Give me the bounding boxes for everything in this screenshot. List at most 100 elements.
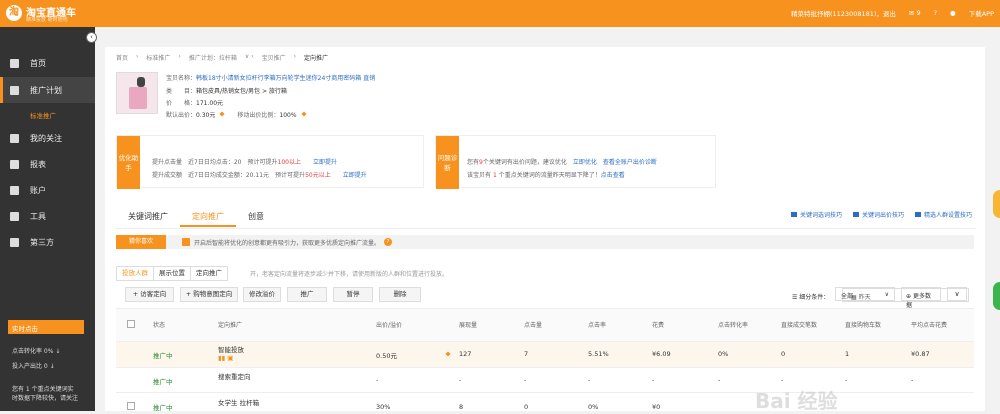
more-data-button[interactable]: ⊕ 更多数据: [901, 287, 941, 309]
float-tab[interactable]: [993, 190, 1000, 218]
logo-subtitle: 精准投放 随时随地: [26, 17, 68, 23]
user-info[interactable]: 精菜特批抒棚(1123008181)，退出: [791, 8, 896, 18]
breadcrumb-item[interactable]: 标准推广: [146, 53, 170, 62]
filter-label: ☰ 细分条件：: [792, 292, 829, 301]
breadcrumb-item[interactable]: 首页: [116, 53, 128, 62]
diagnosis-line-2: 该宝贝有 1 个重点关键词的流量昨天明显下降了！点击查看: [467, 170, 625, 179]
download-app[interactable]: 下载APP: [969, 8, 994, 18]
row-cost: ¥6.09: [652, 350, 671, 358]
top-bar: 淘 淘宝直通车 精准投放 随时随地 精菜特批抒棚(1123008181)，退出 …: [0, 0, 1000, 27]
tab-targeting[interactable]: 定向推广: [180, 207, 236, 227]
promote-button[interactable]: 推广: [287, 287, 327, 302]
th-ctr[interactable]: 点击率: [588, 320, 606, 329]
boost-click-link[interactable]: 立即提升: [313, 159, 337, 166]
wallet-icon: [10, 185, 19, 195]
subtab-placement[interactable]: 展示位置: [154, 267, 191, 280]
th-status: 状态: [153, 322, 166, 329]
row-checkbox[interactable]: [127, 402, 135, 410]
delete-button[interactable]: 删除: [379, 287, 421, 302]
boost-deal-link[interactable]: 立即提升: [343, 172, 367, 179]
product-thumbnail[interactable]: [116, 72, 158, 114]
filter-select[interactable]: 全部 ∨: [835, 287, 895, 301]
row-clicks: 7: [524, 350, 529, 358]
product-bid-row: 默认出价：0.30元 移动出价比例：100%: [166, 110, 307, 119]
edit-icon[interactable]: [301, 111, 307, 117]
row-deals: 0: [781, 350, 786, 358]
sidebar-item-report[interactable]: 报表: [0, 151, 95, 177]
th-cart[interactable]: 直接购物车数: [845, 320, 881, 329]
tab-bar: 关键词推广 定向推广 创意: [116, 207, 276, 227]
video-icon: [790, 212, 797, 217]
thumbnail-suitcase: [129, 87, 147, 109]
sidebar-item-plan[interactable]: 推广计划: [0, 77, 95, 103]
breadcrumb-current: 定向推广: [303, 55, 328, 62]
message-icon[interactable]: ●: [950, 9, 956, 17]
realtime-note[interactable]: 您有 1 个重点关键词实时数据下降较快，请关注: [12, 385, 78, 403]
breadcrumb-sep: ›: [178, 53, 181, 60]
sidebar-item-follow[interactable]: 我的关注: [0, 125, 95, 151]
breadcrumb-sep: ›: [136, 53, 139, 60]
expand-button[interactable]: ∨: [947, 287, 967, 301]
row-deals: -: [781, 376, 784, 384]
row-clicks: -: [524, 376, 527, 384]
sidebar-item-account[interactable]: 账户: [0, 177, 95, 203]
optimize-now-link[interactable]: 立即优化: [573, 159, 597, 166]
product-title-link[interactable]: 韩板18寸小清新女拉杆行李箱万向轮学生迷你24寸商用密码箱 直销: [196, 75, 375, 82]
subtab-targeting[interactable]: 定向推广: [191, 267, 227, 280]
tip-link[interactable]: 关键词出价技巧: [852, 210, 904, 219]
row-impressions: -: [459, 376, 462, 384]
row-clicks: 0: [524, 403, 529, 411]
th-cvr[interactable]: 点击转化率: [718, 320, 748, 329]
breadcrumb-item[interactable]: 推广计划：拉杆箱: [189, 53, 237, 62]
label: 移动出价比例：: [237, 112, 280, 119]
breadcrumb-item[interactable]: 宝贝推广: [262, 53, 286, 62]
subtab-audience[interactable]: 投放人群: [117, 267, 154, 280]
text: 提升成交额: [152, 172, 183, 179]
tab-creative[interactable]: 创意: [236, 207, 276, 227]
add-intent-button[interactable]: + 购物意图定向: [180, 287, 238, 302]
mail-icon[interactable]: ✉ 9: [909, 9, 921, 17]
row-impressions: 127: [459, 350, 472, 358]
label: 默认出价：: [166, 112, 197, 119]
row-impressions: 8: [459, 403, 464, 411]
tip-link[interactable]: 精选人群设置技巧: [914, 210, 972, 219]
collapse-sidebar-icon[interactable]: ‹: [86, 32, 97, 43]
realtime-roi: 投入产出比 0 ↓: [12, 363, 55, 370]
th-cost[interactable]: 花费: [652, 320, 664, 329]
realtime-title: 实时点击: [8, 320, 84, 334]
sidebar-item-third-party[interactable]: 第三方: [0, 229, 95, 255]
add-visitor-button[interactable]: + 访客定向: [125, 287, 174, 302]
help-icon[interactable]: ?: [384, 238, 392, 246]
default-bid: 0.30元: [196, 112, 216, 119]
float-tab[interactable]: [993, 282, 1000, 310]
tip-link[interactable]: 关键词选词技巧: [790, 210, 842, 219]
th-deals[interactable]: 直接成交笔数: [781, 320, 817, 329]
th-clicks[interactable]: 点击量: [524, 320, 542, 329]
row-cart: -: [845, 376, 848, 384]
logo[interactable]: 淘 淘宝直通车 精准投放 随时随地: [6, 3, 96, 24]
row-icons[interactable]: ▮▮ ▣: [218, 354, 233, 362]
view-link[interactable]: 点击查看: [601, 172, 625, 179]
heart-icon: [10, 133, 19, 143]
sidebar-item-tools[interactable]: 工具: [0, 203, 95, 229]
banner-text: 开启后智能将优化的创意都更有吸引力，获取更多优质定向推广流量。: [194, 240, 381, 247]
text: 细分条件：: [799, 294, 830, 301]
help-icon[interactable]: ?: [934, 9, 937, 17]
th-impressions[interactable]: 展现量: [459, 320, 477, 329]
enable-checkbox[interactable]: [182, 238, 190, 246]
select-all-checkbox[interactable]: [127, 320, 135, 328]
row-cpc: ¥0.87: [911, 350, 930, 358]
tab-keyword[interactable]: 关键词推广: [116, 207, 180, 227]
edit-premium-button[interactable]: 修改溢价: [243, 287, 281, 302]
row-cvr: -: [718, 376, 721, 384]
optimize-line-2: 提升成交额 近7日日均成交金额：20.11元 预计可提升50元以上 立即提升: [152, 170, 367, 179]
sidebar-subitem-standard[interactable]: 标准推广: [30, 110, 56, 120]
pause-button[interactable]: 暂停: [333, 287, 373, 302]
edit-icon[interactable]: [219, 111, 225, 117]
text: 提升点击量: [152, 159, 183, 166]
account-diagnosis-link[interactable]: 查看全账户出价诊断: [603, 159, 657, 166]
sidebar-item-label: 报表: [30, 159, 46, 169]
th-cpc[interactable]: 平均点击花费: [911, 320, 947, 329]
sidebar-item-home[interactable]: 首页: [0, 50, 95, 76]
th-bid[interactable]: 出价/溢价: [376, 320, 402, 329]
